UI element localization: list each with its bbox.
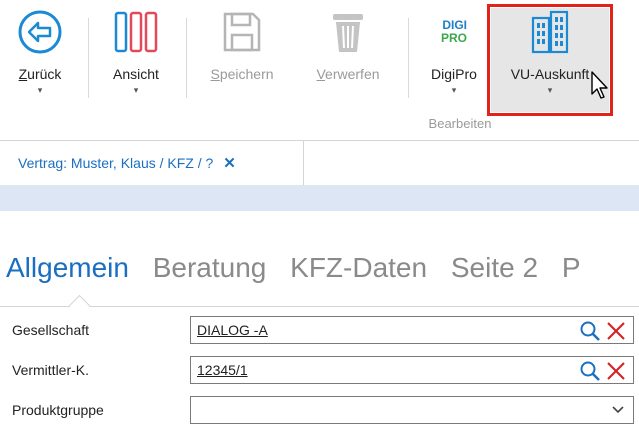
view-button[interactable]: Ansicht ▾ [100, 6, 172, 102]
form-row-productgroup: Produktgruppe [0, 396, 639, 426]
view-label: Ansicht [113, 66, 159, 82]
form-row-broker: Vermittler-K. 12345/1 [0, 356, 639, 386]
clear-icon[interactable] [605, 320, 627, 347]
ribbon-separator [186, 18, 187, 98]
columns-icon [114, 6, 158, 58]
search-icon[interactable] [579, 320, 601, 347]
chevron-down-icon[interactable]: ▾ [452, 86, 457, 95]
search-icon[interactable] [579, 360, 601, 387]
productgroup-select[interactable] [190, 396, 634, 424]
back-label: Zurück [18, 66, 62, 82]
discard-label: Verwerfen [316, 66, 380, 82]
header-strip [0, 185, 639, 211]
productgroup-label: Produktgruppe [12, 402, 104, 418]
digipro-label: DigiPro [431, 66, 477, 82]
section-tab-allgemein[interactable]: Allgemein [6, 252, 129, 283]
section-tabs: Allgemein Beratung KFZ-Daten Seite 2 P [6, 252, 597, 292]
broker-value[interactable]: 12345/1 [197, 362, 248, 378]
ribbon-toolbar: Zurück ▾ Ansicht ▾ Speichern Verwerfen D… [0, 0, 639, 141]
section-tab-partial[interactable]: P [562, 252, 581, 283]
back-button[interactable]: Zurück ▾ [8, 6, 72, 102]
company-label: Gesellschaft [12, 322, 90, 338]
save-label: Speichern [210, 66, 274, 82]
ribbon-separator [408, 18, 409, 98]
back-arrow-icon [17, 6, 63, 58]
section-tab-beratung[interactable]: Beratung [153, 252, 267, 283]
close-icon[interactable]: ✕ [223, 154, 236, 172]
document-tab-bar: Vertrag: Muster, Klaus / KFZ / ? ✕ [0, 141, 639, 185]
clear-icon[interactable] [605, 360, 627, 387]
broker-field[interactable]: 12345/1 [190, 356, 634, 384]
digipro-logo-bottom: PRO [440, 31, 467, 45]
chevron-down-icon[interactable]: ▾ [38, 86, 43, 95]
chevron-down-icon[interactable]: ▾ [134, 86, 139, 95]
digipro-button[interactable]: DIGI PRO DigiPro ▾ [420, 6, 488, 102]
company-field[interactable]: DIALOG -A [190, 316, 634, 344]
trash-icon [331, 6, 365, 58]
broker-label: Vermittler-K. [12, 362, 90, 378]
save-button[interactable]: Speichern [196, 6, 288, 102]
active-section-indicator [68, 294, 91, 317]
floppy-disk-icon [222, 6, 262, 58]
document-tab-title: Vertrag: Muster, Klaus / KFZ / ? [18, 155, 214, 171]
document-tab[interactable]: Vertrag: Muster, Klaus / KFZ / ? ✕ [0, 141, 304, 185]
section-tab-kfz-daten[interactable]: KFZ-Daten [290, 252, 427, 283]
company-value[interactable]: DIALOG -A [197, 322, 268, 338]
ribbon-group-label: Bearbeiten [428, 116, 492, 131]
mouse-cursor-icon [590, 70, 610, 105]
ribbon-separator [88, 18, 89, 98]
section-tab-seite-2[interactable]: Seite 2 [451, 252, 538, 283]
form-row-company: Gesellschaft DIALOG -A [0, 316, 639, 346]
digipro-logo-icon: DIGI PRO [441, 6, 467, 58]
discard-button[interactable]: Verwerfen [300, 6, 396, 102]
chevron-down-icon[interactable] [611, 403, 625, 422]
section-divider [0, 306, 639, 307]
